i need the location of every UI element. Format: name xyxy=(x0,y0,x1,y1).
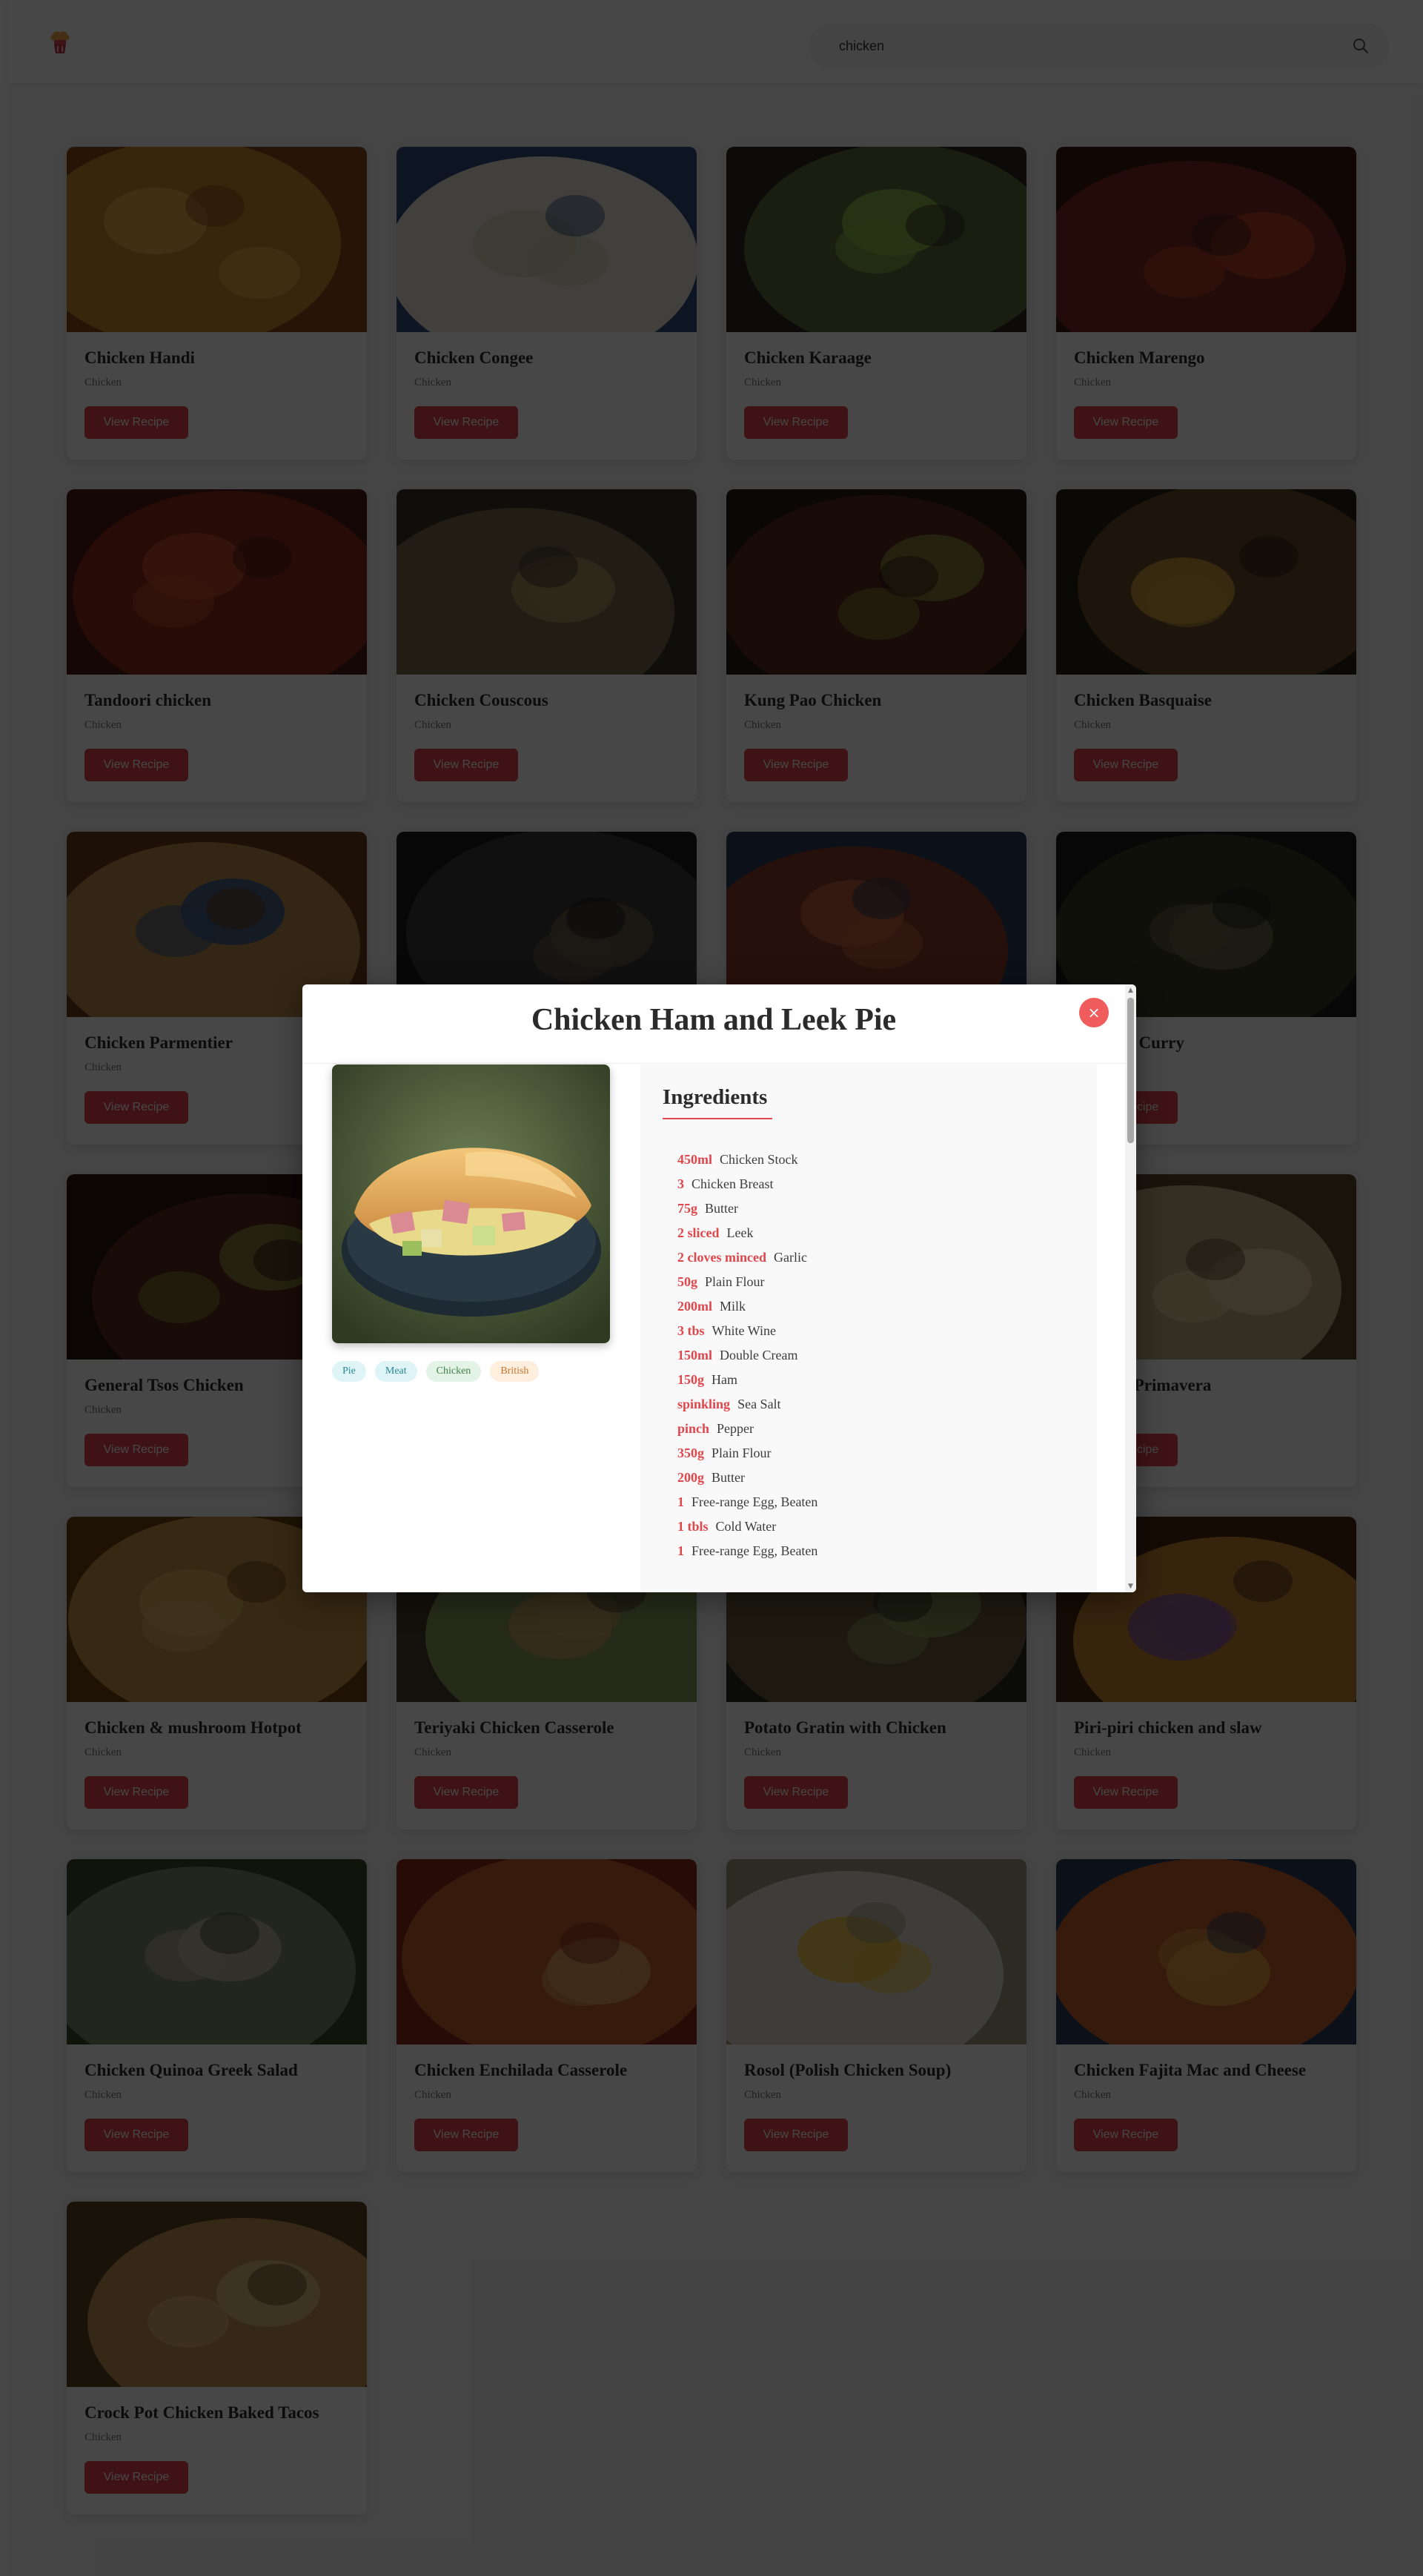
ingredient-quantity: 150g xyxy=(677,1372,704,1387)
close-button[interactable]: × xyxy=(1079,998,1109,1027)
modal-divider xyxy=(302,1063,1125,1064)
ingredient-item: 1 Free-range Egg, Beaten xyxy=(677,1543,817,1568)
ingredient-name: Free-range Egg, Beaten xyxy=(691,1543,818,1558)
ingredient-name: Pepper xyxy=(717,1421,754,1436)
ingredient-item: 150g Ham xyxy=(677,1372,817,1397)
recipe-tag: Chicken xyxy=(425,1361,482,1382)
ingredient-name: Milk xyxy=(720,1299,746,1314)
modal-title: Chicken Ham and Leek Pie xyxy=(531,1003,897,1037)
ingredient-item: 350g Plain Flour xyxy=(677,1446,817,1470)
ingredient-item: 2 cloves minced Garlic xyxy=(677,1250,817,1274)
ingredient-item: 450ml Chicken Stock xyxy=(677,1152,817,1176)
ingredient-quantity: 1 xyxy=(677,1494,684,1509)
ingredient-quantity: 3 xyxy=(677,1176,684,1191)
ingredient-item: 200ml Milk xyxy=(677,1299,817,1323)
ingredient-quantity: spinkling xyxy=(677,1397,731,1411)
ingredient-quantity: 200ml xyxy=(677,1299,712,1314)
ingredient-item: 150ml Double Cream xyxy=(677,1348,817,1372)
recipe-tag: British xyxy=(490,1361,540,1382)
ingredient-name: Chicken Stock xyxy=(720,1152,798,1167)
ingredient-item: 1 tbls Cold Water xyxy=(677,1519,817,1543)
ingredients-panel: Ingredients 450ml Chicken Stock 3 Chicken B… xyxy=(640,1064,1097,1592)
ingredient-item: 200g Butter xyxy=(677,1470,817,1494)
ingredient-item: 50g Plain Flour xyxy=(677,1274,817,1299)
ingredient-quantity: 1 tbls xyxy=(677,1519,709,1534)
ingredient-quantity: 200g xyxy=(677,1470,704,1485)
ingredient-name: Leek xyxy=(726,1225,754,1240)
ingredient-name: Plain Flour xyxy=(712,1446,772,1460)
ingredient-name: Double Cream xyxy=(720,1348,798,1363)
tag-list: Pie Meat Chicken British xyxy=(332,1361,614,1382)
recipe-tag: Pie xyxy=(332,1361,366,1382)
ingredient-item: 3 Chicken Breast xyxy=(677,1176,817,1201)
close-icon: × xyxy=(1087,1004,1101,1022)
ingredient-name: Ham xyxy=(712,1372,737,1387)
ingredient-name: White Wine xyxy=(712,1323,776,1338)
ingredient-quantity: 2 cloves minced xyxy=(677,1250,766,1265)
ingredient-name: Sea Salt xyxy=(737,1397,781,1411)
modal-scrollbar[interactable]: ▲ ▼ xyxy=(1125,984,1136,1592)
ingredient-quantity: 1 xyxy=(677,1543,684,1558)
ingredient-quantity: 150ml xyxy=(677,1348,712,1363)
ingredient-name: Butter xyxy=(705,1201,738,1216)
ingredient-quantity: 50g xyxy=(677,1274,697,1289)
ingredient-name: Cold Water xyxy=(715,1519,777,1534)
ingredient-quantity: 450ml xyxy=(677,1152,712,1167)
ingredient-name: Garlic xyxy=(773,1250,807,1265)
ingredient-name: Plain Flour xyxy=(705,1274,765,1289)
recipe-modal: Chicken Ham and Leek Pie × Pie Meat Chic… xyxy=(302,984,1136,1592)
recipe-tag: Meat xyxy=(374,1361,417,1382)
ingredient-name: Free-range Egg, Beaten xyxy=(691,1494,818,1509)
ingredient-quantity: pinch xyxy=(677,1421,710,1436)
scroll-thumb[interactable] xyxy=(1127,998,1134,1143)
ingredient-quantity: 75g xyxy=(677,1201,697,1216)
recipe-image xyxy=(332,1064,610,1343)
ingredient-quantity: 3 tbs xyxy=(677,1323,705,1338)
ingredient-name: Butter xyxy=(712,1470,745,1485)
ingredient-item: pinch Pepper xyxy=(677,1421,817,1446)
ingredient-item: 3 tbs White Wine xyxy=(677,1323,817,1348)
ingredient-item: 75g Butter xyxy=(677,1201,817,1225)
ingredient-item: 1 Free-range Egg, Beaten xyxy=(677,1494,817,1519)
ingredient-quantity: 350g xyxy=(677,1446,704,1460)
ingredient-name: Chicken Breast xyxy=(691,1176,774,1191)
ingredient-item: 2 sliced Leek xyxy=(677,1225,817,1250)
scroll-up-arrow-icon[interactable]: ▲ xyxy=(1125,984,1136,996)
ingredient-item: spinkling Sea Salt xyxy=(677,1397,817,1421)
ingredient-quantity: 2 sliced xyxy=(677,1225,720,1240)
heading-underline xyxy=(663,1118,772,1119)
ingredients-list: 450ml Chicken Stock 3 Chicken Breast 75g Butt… xyxy=(677,1152,817,1568)
scroll-down-arrow-icon[interactable]: ▼ xyxy=(1125,1580,1136,1592)
ingredients-heading: Ingredients xyxy=(663,1085,768,1109)
